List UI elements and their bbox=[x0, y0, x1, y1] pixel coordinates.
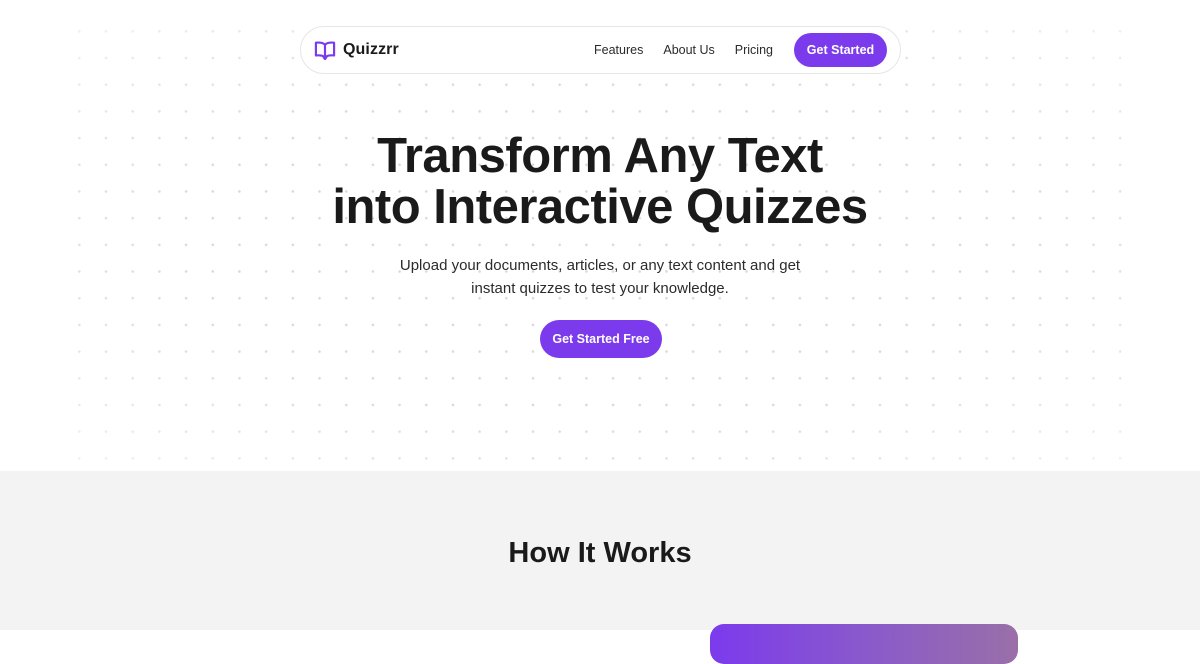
hero-headline: Transform Any Text into Interactive Quiz… bbox=[0, 131, 1200, 233]
brand-logo[interactable]: Quizzrr bbox=[314, 40, 399, 60]
how-it-works-title: How It Works bbox=[508, 537, 692, 569]
hero-subtitle-line2: instant quizzes to test your knowledge. bbox=[471, 280, 729, 297]
nav-link-pricing[interactable]: Pricing bbox=[735, 43, 773, 57]
brand-name: Quizzrr bbox=[343, 41, 399, 58]
hero-subtitle: Upload your documents, articles, or any … bbox=[380, 254, 820, 300]
dot-grid-background bbox=[66, 18, 1136, 468]
nav-links: Features About Us Pricing Get Started bbox=[594, 33, 887, 67]
hero-headline-line1: Transform Any Text bbox=[377, 129, 823, 183]
step-card bbox=[710, 624, 1018, 664]
get-started-button[interactable]: Get Started bbox=[794, 33, 887, 67]
nav-link-about-us[interactable]: About Us bbox=[663, 43, 714, 57]
navbar: Quizzrr Features About Us Pricing Get St… bbox=[300, 26, 901, 74]
open-book-icon bbox=[314, 41, 336, 60]
hero-headline-line2: into Interactive Quizzes bbox=[332, 180, 868, 234]
get-started-free-button[interactable]: Get Started Free bbox=[540, 320, 662, 358]
nav-link-features[interactable]: Features bbox=[594, 43, 643, 57]
how-it-works-section: How It Works bbox=[0, 471, 1200, 664]
hero-section: Quizzrr Features About Us Pricing Get St… bbox=[0, 0, 1200, 471]
hero-subtitle-line1: Upload your documents, articles, or any … bbox=[399, 257, 801, 274]
